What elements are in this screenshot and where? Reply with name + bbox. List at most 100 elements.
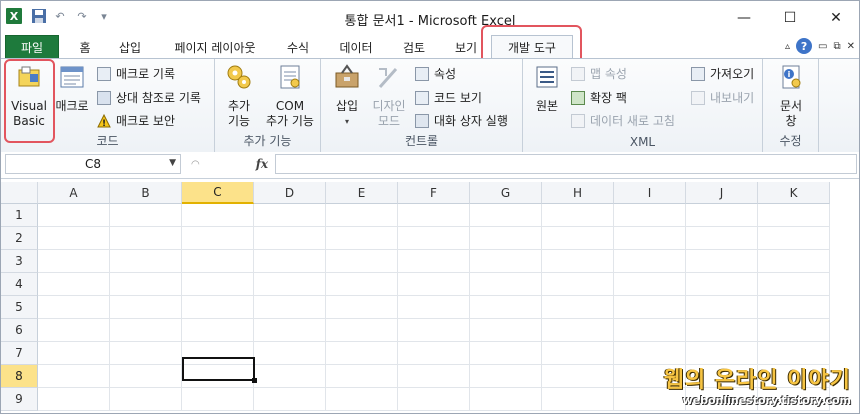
column-header-j[interactable]: J — [686, 182, 758, 204]
row-header-4[interactable]: 4 — [1, 273, 38, 296]
cell[interactable] — [38, 273, 110, 296]
cell[interactable] — [542, 273, 614, 296]
cell[interactable] — [470, 296, 542, 319]
row-header-7[interactable]: 7 — [1, 342, 38, 365]
insert-control-button[interactable]: 삽입 ▾ — [329, 63, 365, 129]
cell[interactable] — [110, 342, 182, 365]
cell[interactable] — [326, 342, 398, 365]
column-header-e[interactable]: E — [326, 182, 398, 204]
cell[interactable] — [182, 273, 254, 296]
name-box-dropdown-icon[interactable]: ▼ — [169, 158, 176, 168]
fill-handle[interactable] — [252, 378, 257, 383]
cell[interactable] — [542, 250, 614, 273]
cell[interactable] — [542, 296, 614, 319]
cell[interactable] — [110, 204, 182, 227]
cell[interactable] — [326, 227, 398, 250]
cell[interactable] — [470, 319, 542, 342]
tab-home[interactable]: 홈 — [69, 35, 101, 59]
xml-source-button[interactable]: 원본 — [531, 63, 563, 114]
cell[interactable] — [758, 227, 830, 250]
cell[interactable] — [398, 388, 470, 411]
cell[interactable] — [182, 227, 254, 250]
export-button[interactable]: 내보내기 — [691, 89, 754, 106]
column-header-d[interactable]: D — [254, 182, 326, 204]
column-header-g[interactable]: G — [470, 182, 542, 204]
map-properties-button[interactable]: 맵 속성 — [571, 65, 627, 82]
cell[interactable] — [326, 388, 398, 411]
tab-formulas[interactable]: 수식 — [277, 35, 319, 59]
close-button[interactable]: ✕ — [813, 1, 859, 35]
doc-restore-icon[interactable]: ⧉ — [833, 41, 840, 52]
cell[interactable] — [38, 365, 110, 388]
cell[interactable] — [614, 273, 686, 296]
cell[interactable] — [110, 365, 182, 388]
cell[interactable] — [398, 204, 470, 227]
cell[interactable] — [686, 296, 758, 319]
cell[interactable] — [398, 227, 470, 250]
cell[interactable] — [398, 319, 470, 342]
cell[interactable] — [110, 296, 182, 319]
cell[interactable] — [614, 319, 686, 342]
cell[interactable] — [254, 296, 326, 319]
cell[interactable] — [614, 204, 686, 227]
cell[interactable] — [38, 388, 110, 411]
doc-minimize-icon[interactable]: ▭ — [818, 41, 827, 52]
cell[interactable] — [254, 342, 326, 365]
column-header-a[interactable]: A — [38, 182, 110, 204]
column-header-c[interactable]: C — [182, 182, 254, 204]
doc-close-icon[interactable]: ✕ — [847, 41, 855, 52]
properties-button[interactable]: 속성 — [415, 65, 456, 82]
cell[interactable] — [470, 365, 542, 388]
cell[interactable] — [110, 388, 182, 411]
minimize-button[interactable]: — — [721, 1, 767, 35]
column-header-i[interactable]: I — [614, 182, 686, 204]
row-header-8[interactable]: 8 — [1, 365, 38, 388]
refresh-data-button[interactable]: 데이터 새로 고침 — [571, 112, 675, 129]
cell[interactable] — [254, 204, 326, 227]
cell[interactable] — [470, 227, 542, 250]
help-icon[interactable]: ? — [796, 38, 813, 54]
row-header-2[interactable]: 2 — [1, 227, 38, 250]
import-button[interactable]: 가져오기 — [691, 65, 754, 82]
restore-button[interactable]: ☐ — [767, 1, 813, 35]
cell[interactable] — [686, 227, 758, 250]
formula-input[interactable] — [275, 154, 857, 174]
cell[interactable] — [398, 296, 470, 319]
cell[interactable] — [38, 227, 110, 250]
column-header-h[interactable]: H — [542, 182, 614, 204]
row-header-9[interactable]: 9 — [1, 388, 38, 411]
cell[interactable] — [758, 319, 830, 342]
cell[interactable] — [398, 273, 470, 296]
cell[interactable] — [326, 204, 398, 227]
cell[interactable] — [542, 342, 614, 365]
tab-review[interactable]: 검토 — [393, 35, 435, 59]
cell[interactable] — [38, 204, 110, 227]
cell[interactable] — [470, 388, 542, 411]
addins-button[interactable]: 추가 기능 — [221, 63, 257, 129]
cell[interactable] — [614, 296, 686, 319]
cell[interactable] — [470, 273, 542, 296]
cell[interactable] — [182, 319, 254, 342]
relative-reference-button[interactable]: 상대 참조로 기록 — [97, 89, 201, 106]
row-header-1[interactable]: 1 — [1, 204, 38, 227]
cell[interactable] — [38, 250, 110, 273]
cell[interactable] — [326, 250, 398, 273]
tab-file[interactable]: 파일 — [5, 35, 59, 59]
cell[interactable] — [110, 273, 182, 296]
macro-security-button[interactable]: ! 매크로 보안 — [97, 112, 175, 129]
cell[interactable] — [758, 250, 830, 273]
cell[interactable] — [110, 319, 182, 342]
cell[interactable] — [326, 365, 398, 388]
row-header-5[interactable]: 5 — [1, 296, 38, 319]
cell[interactable] — [758, 273, 830, 296]
cell[interactable] — [470, 204, 542, 227]
column-header-b[interactable]: B — [110, 182, 182, 204]
view-code-button[interactable]: 코드 보기 — [415, 89, 482, 106]
cell[interactable] — [470, 250, 542, 273]
cell[interactable] — [254, 273, 326, 296]
collapse-ribbon-icon[interactable]: ▵ — [785, 41, 790, 52]
cell[interactable] — [398, 342, 470, 365]
com-addins-button[interactable]: COM 추가 기능 — [261, 63, 319, 129]
expansion-packs-button[interactable]: 확장 팩 — [571, 89, 627, 106]
cell[interactable] — [758, 204, 830, 227]
